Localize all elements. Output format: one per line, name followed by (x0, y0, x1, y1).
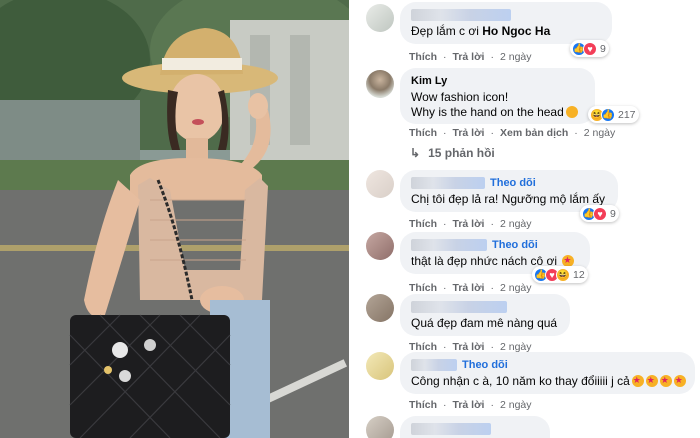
commenter-name-blurred[interactable] (411, 358, 457, 371)
comment-actions: Thích · Trả lời · 2 ngày (409, 218, 532, 230)
comment-time[interactable]: 2 ngày (500, 218, 532, 230)
reaction-summary[interactable]: 😆 👍 217 (588, 106, 639, 123)
heart-eyes-icon (631, 373, 644, 388)
heart-eyes-icon (659, 373, 672, 388)
like-action[interactable]: Thích (409, 218, 437, 230)
comment-bubble: Quá đẹp đam mê nàng quá (400, 294, 570, 336)
photo-woman-street-fashion (0, 0, 349, 438)
commenter-name[interactable]: Kim Ly (411, 75, 447, 87)
heart-icon: ♥ (593, 206, 607, 221)
comment-bubble (400, 416, 550, 438)
reaction-summary[interactable]: 👍 ♥ 😆 12 (532, 266, 588, 283)
replies-count: 15 phản hồi (428, 146, 495, 160)
reply-action[interactable]: Trả lời (453, 127, 485, 139)
like-action[interactable]: Thích (409, 282, 437, 294)
commenter-name-blurred[interactable] (411, 176, 485, 189)
avatar[interactable] (366, 294, 394, 322)
mention-link[interactable]: Ho Ngoc Ha (482, 24, 550, 38)
thinking-face-icon (565, 106, 578, 118)
comment-time[interactable]: 2 ngày (500, 282, 532, 294)
reaction-summary[interactable]: 👍 ♥ 9 (570, 40, 609, 57)
avatar[interactable] (366, 352, 394, 380)
comment-time[interactable]: 2 ngày (584, 127, 616, 139)
comment-bubble: Kim Ly Wow fashion icon! Why is the hand… (400, 68, 595, 124)
haha-icon: 😆 (556, 267, 570, 282)
commenter-name-blurred[interactable] (411, 422, 491, 435)
comment-bubble: Đẹp lắm c ơi Ho Ngoc Ha (400, 2, 612, 44)
avatar[interactable] (366, 4, 394, 32)
heart-eyes-icon (673, 373, 686, 388)
comment-actions: Thích · Trả lời · Xem bản dịch · 2 ngày (409, 127, 616, 139)
comment-actions: Thích · Trả lời · 2 ngày (409, 51, 532, 63)
like-icon: 👍 (601, 107, 615, 122)
comment-bubble: Theo dõi Công nhận c à, 10 năm ko thay đ… (400, 352, 695, 394)
reply-action[interactable]: Trả lời (453, 282, 485, 294)
reaction-count: 217 (618, 108, 636, 121)
avatar[interactable] (366, 232, 394, 260)
like-action[interactable]: Thích (409, 127, 437, 139)
comments-panel: Đẹp lắm c ơi Ho Ngoc Ha 👍 ♥ 9 Thích · Trả… (352, 0, 700, 438)
comment-actions: Thích · Trả lời · 2 ngày (409, 282, 532, 294)
like-action[interactable]: Thích (409, 51, 437, 63)
reaction-count: 12 (573, 268, 585, 281)
comment-time[interactable]: 2 ngày (500, 51, 532, 63)
comment-text-line-1: Wow fashion icon! (411, 90, 509, 104)
comment-text: Quá đẹp đam mê nàng quá (411, 316, 558, 330)
follow-link[interactable]: Theo dõi (492, 239, 538, 251)
reply-action[interactable]: Trả lời (453, 399, 485, 411)
translate-action[interactable]: Xem bản dịch (500, 127, 568, 139)
reaction-summary[interactable]: 👍 ♥ 9 (580, 205, 619, 222)
comment-text: Chị tôi đẹp lả ra! Ngưỡng mộ lắm ấy (411, 192, 605, 206)
follow-link[interactable]: Theo dõi (490, 177, 536, 189)
comment-text: Đẹp lắm c ơi Ho Ngoc Ha (411, 24, 551, 38)
photo-illustration (0, 0, 349, 438)
commenter-name-blurred[interactable] (411, 238, 487, 251)
avatar[interactable] (366, 416, 394, 438)
heart-eyes-icon (645, 373, 658, 388)
view-replies-button[interactable]: ↳ 15 phản hồi (410, 146, 495, 160)
reply-arrow-icon: ↳ (410, 146, 421, 160)
heart-icon: ♥ (583, 41, 597, 56)
comment-time[interactable]: 2 ngày (500, 399, 532, 411)
reply-action[interactable]: Trả lời (453, 51, 485, 63)
reaction-count: 9 (610, 207, 616, 220)
avatar[interactable] (366, 70, 394, 98)
comment-actions: Thích · Trả lời · 2 ngày (409, 399, 532, 411)
comment-text: Công nhận c à, 10 năm ko thay đổiiiii j … (411, 373, 686, 389)
avatar[interactable] (366, 170, 394, 198)
commenter-name-blurred[interactable] (411, 8, 511, 21)
commenter-name-blurred[interactable] (411, 300, 507, 313)
reaction-count: 9 (600, 42, 606, 55)
follow-link[interactable]: Theo dõi (462, 359, 508, 371)
comment-text-line-2: Why is the hand on the head (411, 105, 584, 120)
reply-action[interactable]: Trả lời (453, 218, 485, 230)
like-action[interactable]: Thích (409, 399, 437, 411)
